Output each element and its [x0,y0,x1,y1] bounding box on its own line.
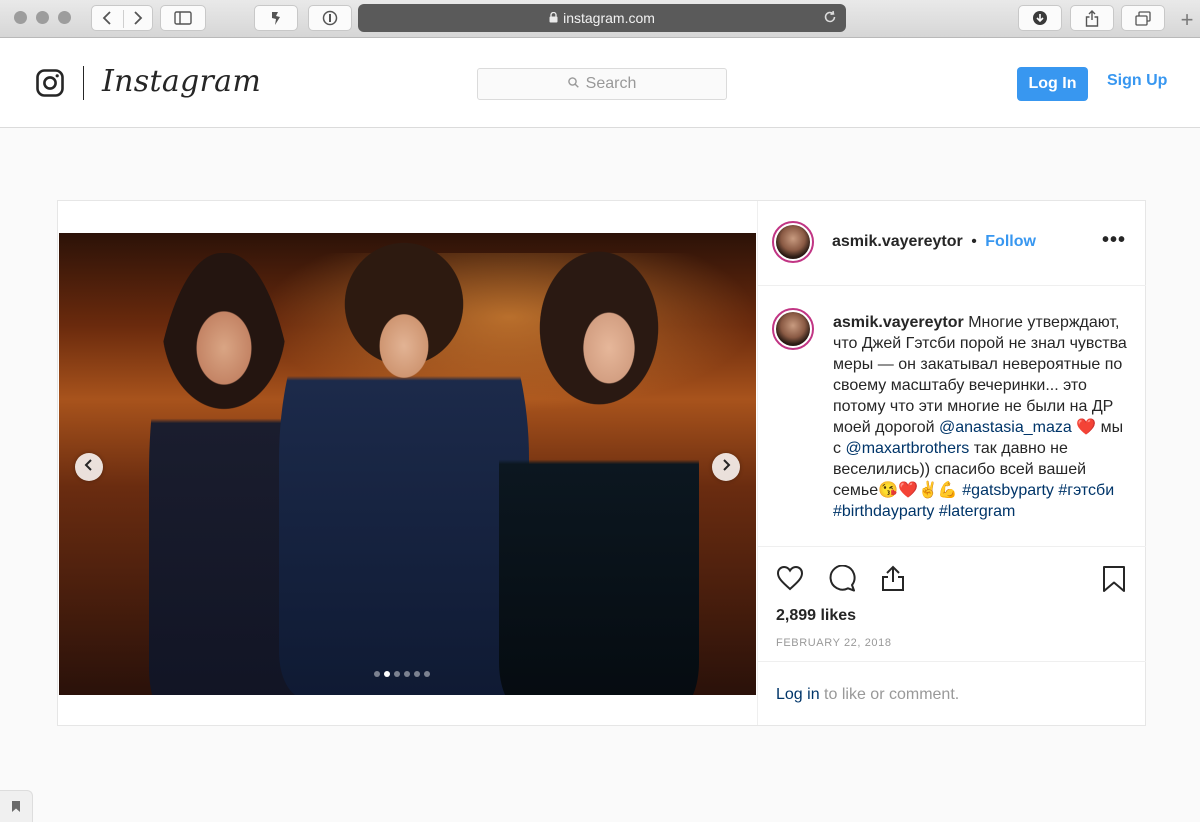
caption-text: asmik.vayereytor Многие утверждают, что … [833,312,1133,522]
avatar[interactable] [772,221,814,263]
post-photo[interactable] [59,233,756,695]
post-actions: 2,899 likes FEBRUARY 22, 2018 [758,546,1146,660]
extension-icon[interactable] [254,5,298,31]
carousel-dot [384,671,390,677]
post-username[interactable]: asmik.vayereytor [832,233,963,250]
follow-button[interactable]: Follow [985,233,1036,250]
instagram-camera-icon[interactable] [36,69,64,97]
chevron-left-icon [84,458,94,476]
bookmark-sidebar-icon[interactable] [0,790,33,822]
carousel-indicator [374,671,430,677]
download-icon[interactable] [1018,5,1062,31]
browser-toolbar: instagram.com + [0,0,1200,38]
password-icon[interactable] [308,5,352,31]
instagram-header: Instagram Search Log In Sign Up [0,38,1200,128]
carousel-dot [414,671,420,677]
share-icon[interactable] [880,565,906,597]
comment-prompt-text: to like or comment. [824,686,960,703]
search-input[interactable]: Search [477,68,727,100]
carousel-prev-button[interactable] [75,453,103,481]
caption-username[interactable]: asmik.vayereytor [833,314,964,331]
new-tab-icon[interactable]: + [1174,6,1200,34]
address-bar[interactable]: instagram.com [358,4,846,32]
login-link[interactable]: Log in [776,686,820,703]
more-options-icon[interactable]: ••• [1102,229,1126,252]
likes-count[interactable]: 2,899 likes [776,607,856,625]
post-sidebar: asmik.vayereytor • Follow ••• asmik.vaye… [757,201,1146,725]
back-icon[interactable] [101,11,113,25]
signup-link[interactable]: Sign Up [1107,72,1167,90]
bullet-separator: • [971,233,977,250]
carousel-dot [404,671,410,677]
login-button[interactable]: Log In [1017,67,1088,101]
header-divider [83,66,84,100]
instagram-logo[interactable]: Instagram [102,64,261,99]
search-icon [567,75,579,93]
lock-icon [549,10,558,26]
post-caption: asmik.vayereytor Многие утверждают, что … [758,286,1146,546]
mention-link[interactable]: @anastasia_maza [939,419,1072,436]
avatar[interactable] [772,308,814,350]
carousel-next-button[interactable] [712,453,740,481]
reload-icon[interactable] [823,10,837,27]
zoom-window-icon[interactable] [58,11,71,24]
minimize-window-icon[interactable] [36,11,49,24]
carousel-dot [374,671,380,677]
post-date[interactable]: FEBRUARY 22, 2018 [776,637,892,649]
share-icon[interactable] [1070,5,1114,31]
post-card: asmik.vayereytor • Follow ••• asmik.vaye… [57,200,1146,726]
forward-icon[interactable] [132,11,144,25]
sidebar-icon[interactable] [160,5,206,31]
caption-body: Многие утверждают, что Джей Гэтсби порой… [833,314,1127,436]
search-placeholder: Search [585,75,637,92]
url-text: instagram.com [563,10,655,26]
carousel-dot [394,671,400,677]
tabs-icon[interactable] [1121,5,1165,31]
back-forward-buttons [91,5,153,31]
close-window-icon[interactable] [14,11,27,24]
carousel-dot [424,671,430,677]
heart-icon[interactable] [776,565,804,596]
comment-prompt: Log in to like or comment. [758,661,1146,726]
post-header: asmik.vayereytor • Follow ••• [758,201,1146,286]
comment-icon[interactable] [828,564,856,597]
bookmark-icon[interactable] [1102,565,1126,598]
mention-link[interactable]: @maxartbrothers [845,440,969,457]
chevron-right-icon [721,458,731,476]
